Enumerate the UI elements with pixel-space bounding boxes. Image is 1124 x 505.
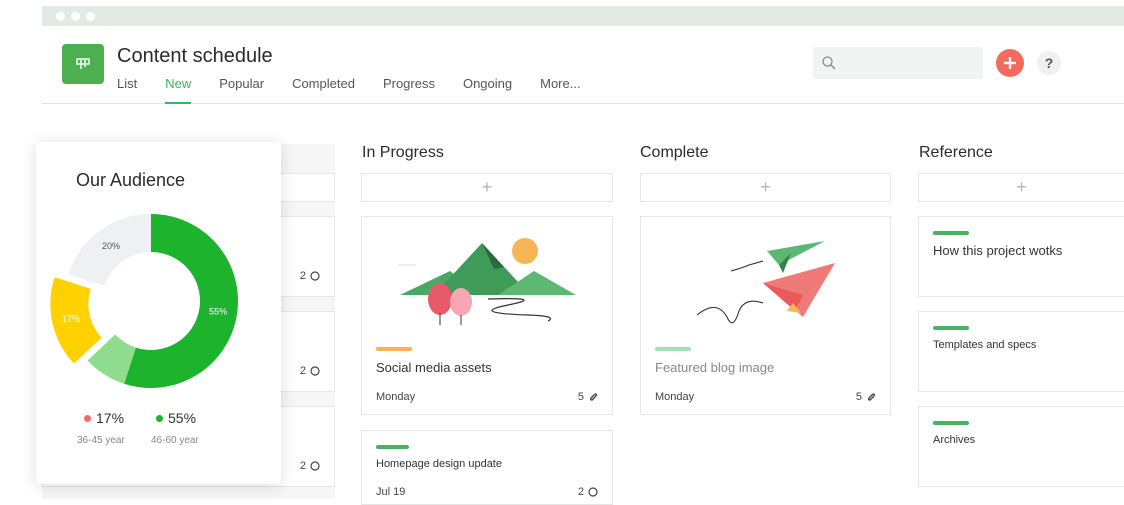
donut-slice-label: 55% <box>209 307 227 317</box>
column-title-complete: Complete <box>640 144 709 161</box>
board-icon[interactable] <box>62 44 104 84</box>
card-title: How this project wotks <box>933 243 1063 258</box>
legend-label: 46-60 year <box>151 435 199 446</box>
mountains-illustration <box>398 238 576 325</box>
tab-more[interactable]: More... <box>540 76 580 104</box>
tab-popular[interactable]: Popular <box>219 76 264 104</box>
column-title-in-progress: In Progress <box>362 144 444 161</box>
add-card-button[interactable]: + <box>640 173 891 202</box>
card-label-bar <box>376 445 409 449</box>
paperclip-icon <box>589 393 598 401</box>
card-comment-count: 2 <box>300 365 320 377</box>
app-header: Content schedule List New Popular Comple… <box>42 26 1124 104</box>
legend-label: 36-45 year <box>77 435 125 446</box>
card-templates-and-specs[interactable]: Templates and specs <box>918 311 1124 392</box>
card-title: Archives <box>933 434 976 446</box>
paperclip-icon <box>867 393 876 401</box>
audience-title: Our Audience <box>76 170 186 190</box>
card-label-bar <box>655 347 691 351</box>
card-title: Homepage design update <box>376 458 502 470</box>
legend-dot <box>84 414 91 422</box>
card-how-this-project-works[interactable]: How this project wotks <box>918 216 1124 297</box>
comment-icon <box>310 461 320 471</box>
tab-progress[interactable]: Progress <box>383 76 435 104</box>
search-input[interactable] <box>813 47 983 79</box>
column-title-reference: Reference <box>919 144 993 161</box>
card-comment-count: 2 <box>300 270 320 282</box>
comment-icon <box>310 366 320 376</box>
audience-donut-chart: 55% 17% 20% <box>50 214 239 388</box>
card-label-bar <box>376 347 412 351</box>
card-attachment-count: 5 <box>856 391 876 403</box>
legend-item: 55% <box>156 410 196 426</box>
add-card-button[interactable]: + <box>918 173 1124 202</box>
paper-plane-illustration <box>697 241 835 324</box>
card-date: Monday <box>655 391 695 403</box>
card-date: Jul 19 <box>376 486 406 498</box>
window-dot <box>86 12 95 21</box>
help-button[interactable]: ? <box>1037 51 1061 75</box>
card-title: Social media assets <box>376 360 492 375</box>
card-date: Monday <box>376 391 416 403</box>
card-label-bar <box>933 326 969 330</box>
legend-value: 17% <box>96 410 125 426</box>
tab-ongoing[interactable]: Ongoing <box>463 76 512 104</box>
legend-dot <box>156 414 163 422</box>
card-featured-blog-image[interactable]: Featured blog image Monday 5 <box>640 216 891 415</box>
comment-icon <box>588 487 598 497</box>
window-titlebar <box>42 6 1124 26</box>
add-button[interactable] <box>996 49 1024 77</box>
tab-completed[interactable]: Completed <box>292 76 355 104</box>
tab-new[interactable]: New <box>165 76 192 104</box>
window-dot <box>71 12 80 21</box>
tab-list[interactable]: List <box>117 76 137 104</box>
audience-card: Our Audience 55% 17% 20% 17% 36-45 year 55… <box>36 142 281 484</box>
page-title: Content schedule <box>117 45 273 67</box>
donut-slice-label: 20% <box>102 241 120 251</box>
add-card-button[interactable]: + <box>361 173 613 202</box>
legend-item: 17% <box>84 410 124 426</box>
tab-bar: List New Popular Completed Progress Ongo… <box>117 76 609 104</box>
card-comment-count: 2 <box>578 486 598 498</box>
card-label-bar <box>933 421 969 425</box>
donut-slice-label: 17% <box>62 314 80 324</box>
card-homepage-design-update[interactable]: Homepage design update Jul 19 2 <box>361 430 613 505</box>
card-comment-count: 2 <box>300 460 320 472</box>
card-attachment-count: 5 <box>578 391 598 403</box>
card-title: Templates and specs <box>933 339 1037 351</box>
card-archives[interactable]: Archives <box>918 406 1124 487</box>
card-title: Featured blog image <box>655 360 775 375</box>
comment-icon <box>310 271 320 281</box>
plus-icon <box>1004 57 1016 69</box>
legend-value: 55% <box>168 410 197 426</box>
window-dot <box>56 12 65 21</box>
card-social-media-assets[interactable]: Social media assets Monday 5 <box>361 216 613 415</box>
search-icon <box>822 56 836 70</box>
card-label-bar <box>933 231 969 235</box>
